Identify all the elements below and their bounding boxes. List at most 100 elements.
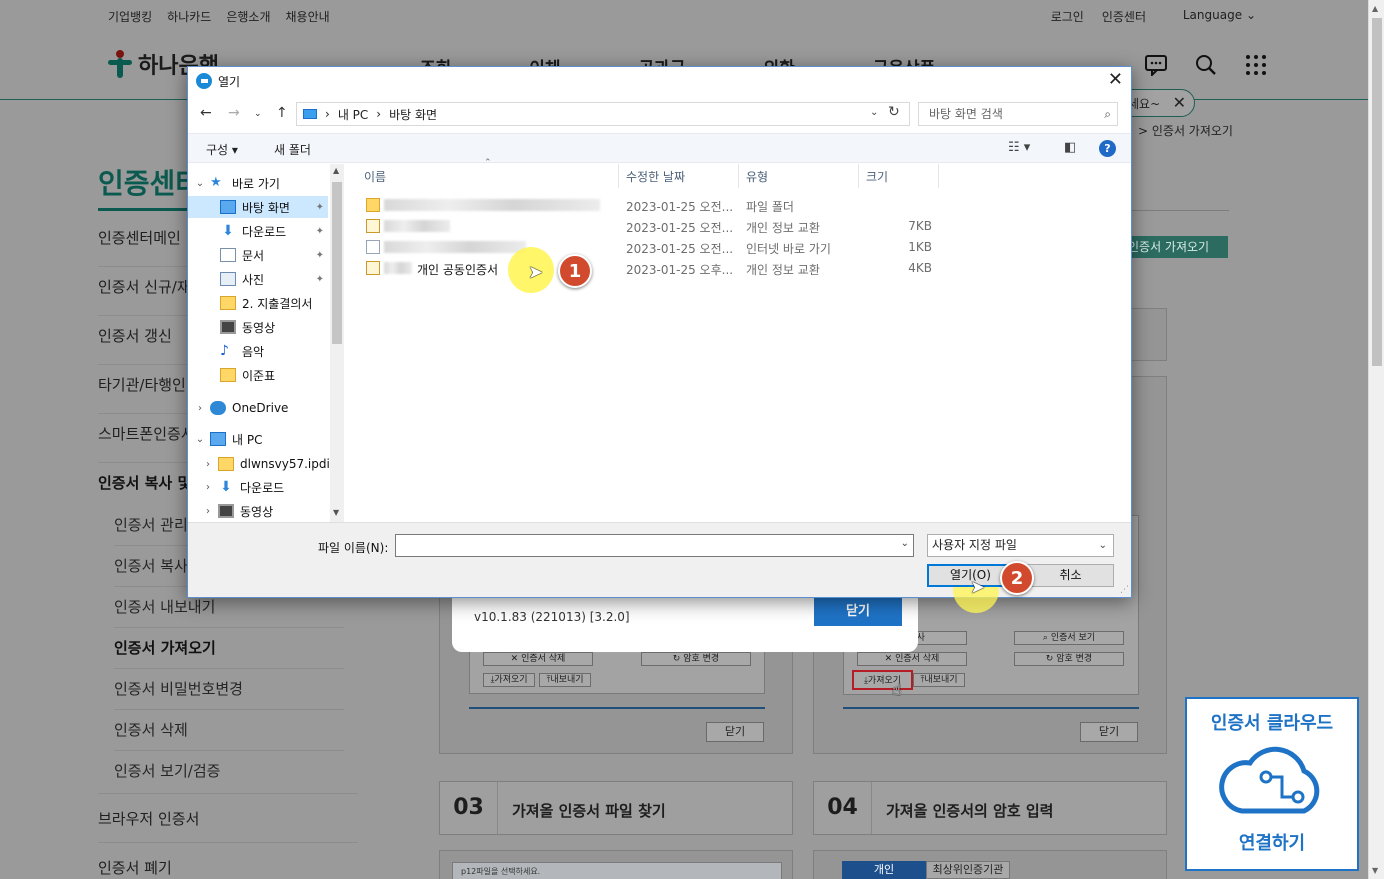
header-icons xyxy=(1143,52,1269,78)
scroll-up-icon[interactable]: ▲ xyxy=(333,166,339,175)
file-row[interactable]: 2023-01-25 오전... 파일 폴더 xyxy=(364,195,944,216)
util-link-careers[interactable]: 채용안내 xyxy=(286,8,330,25)
popup-close-button[interactable]: 닫기 xyxy=(814,598,902,626)
side-sub-delete[interactable]: 인증서 삭제 xyxy=(114,710,344,751)
nav-pc-userfolder[interactable]: › dlwnsvy57.ipdis xyxy=(202,453,330,475)
expand-chevron-icon[interactable]: › xyxy=(194,403,206,414)
nav-folder-expense[interactable]: 2. 지출결의서 xyxy=(188,292,328,314)
nav-pc-videos[interactable]: › 동영상 xyxy=(202,500,330,522)
file-row[interactable]: 2023-01-25 오전... 개인 정보 교환 7KB xyxy=(364,216,944,237)
file-list: ⌃ 이름 수정한 날짜 유형 크기 2023-01-25 오전... 파일 폴더… xyxy=(344,158,1131,522)
util-link-card[interactable]: 하나카드 xyxy=(167,8,211,25)
dialog-close-icon[interactable]: ✕ xyxy=(1108,69,1123,90)
dialog-footer: 파일 이름(N): ⌄ 사용자 지정 파일 ⌄ 열기(O) 취소 ➤ 2 ⋰ xyxy=(188,522,1131,613)
filename-input[interactable]: ⌄ xyxy=(395,534,914,557)
address-segment-desktop[interactable]: 바탕 화면 xyxy=(389,106,437,123)
mini-export-right: ⤒내보내기 xyxy=(913,673,965,687)
file-size: 7KB xyxy=(908,219,932,233)
mini-changepw-right-label: 암호 변경 xyxy=(1056,654,1093,664)
download-icon: ⬇ xyxy=(220,479,232,495)
address-bar[interactable]: › 내 PC › 바탕 화면 xyxy=(296,102,910,126)
nav-desktop[interactable]: 바탕 화면 ✦ xyxy=(188,196,328,218)
new-folder-button[interactable]: 새 폴더 xyxy=(274,141,311,158)
nav-scrollbar[interactable]: ▲ ▼ xyxy=(330,164,344,522)
scroll-down-icon[interactable]: ▼ xyxy=(333,508,339,517)
breadcrumb: > 인증서 가져오기 xyxy=(1138,124,1233,138)
resize-grip-icon[interactable]: ⋰ xyxy=(1120,585,1129,595)
search-icon[interactable] xyxy=(1193,52,1219,78)
chat-icon[interactable] xyxy=(1143,52,1169,78)
refresh-icon[interactable]: ↻ xyxy=(888,104,900,120)
navigation-pane: ⌄ ★ 바로 가기 바탕 화면 ✦ ⬇ 다운로드 ✦ 문서 ✦ 사진 ✦ 2. 지출결의서 동… xyxy=(188,164,330,522)
nav-quick-access[interactable]: ⌄ ★ 바로 가기 xyxy=(194,172,330,194)
mini-import-right: ⤓가져오기 xyxy=(852,670,913,690)
nav-this-pc[interactable]: ⌄ 내 PC xyxy=(194,428,330,450)
recent-dropdown-icon[interactable]: ⌄ xyxy=(254,109,262,119)
nav-onedrive[interactable]: › OneDrive xyxy=(194,397,330,419)
address-segment-pc[interactable]: 내 PC xyxy=(338,106,368,123)
cert-center-link[interactable]: 인증센터 xyxy=(1102,8,1146,25)
column-date[interactable]: 수정한 날짜 xyxy=(626,168,685,185)
side-menu-lower: 브라우저 인증서 인증서 폐기 xyxy=(98,793,358,879)
preview-pane-icon[interactable]: ◧ xyxy=(1064,140,1076,155)
file-row[interactable]: 2023-01-25 오전... 인터넷 바로 가기 1KB xyxy=(364,237,944,258)
page-scrollbar[interactable]: ▲ ▼ xyxy=(1368,0,1384,879)
side-sub-view[interactable]: 인증서 보기/검증 xyxy=(114,751,344,792)
cert-cloud-connect: 연결하기 xyxy=(1238,833,1306,854)
nav-videos[interactable]: 동영상 xyxy=(188,316,328,338)
nav-documents[interactable]: 문서 ✦ xyxy=(188,244,328,266)
nav-downloads[interactable]: ⬇ 다운로드 ✦ xyxy=(188,220,328,242)
nav-scrollbar-thumb[interactable] xyxy=(332,182,342,344)
language-selector[interactable]: Language ⌄ xyxy=(1183,8,1256,22)
forward-arrow-icon[interactable]: → xyxy=(228,105,240,121)
close-icon[interactable]: ✕ xyxy=(1173,93,1186,112)
search-input[interactable]: 바탕 화면 검색 ⌕ xyxy=(918,102,1118,126)
address-dropdown-icon[interactable]: ⌄ xyxy=(870,107,878,118)
organize-button[interactable]: 구성 ▾ xyxy=(206,141,238,158)
all-menu-icon[interactable] xyxy=(1243,52,1269,78)
scroll-down-icon[interactable]: ▼ xyxy=(1372,866,1378,875)
language-label: Language xyxy=(1182,8,1243,22)
cancel-button[interactable]: 취소 xyxy=(1027,564,1114,587)
column-name[interactable]: 이름 xyxy=(364,168,386,185)
nav-folder-expense-label: 2. 지출결의서 xyxy=(242,296,313,311)
util-link-about[interactable]: 은행소개 xyxy=(226,8,270,25)
side-item-revoke[interactable]: 인증서 폐기 xyxy=(98,842,358,879)
login-link[interactable]: 로그인 xyxy=(1051,8,1084,25)
chevron-down-icon[interactable]: ⌄ xyxy=(901,538,909,549)
mini-changepw-left: ↻ 암호 변경 xyxy=(641,652,751,666)
expand-chevron-icon[interactable]: ⌄ xyxy=(194,434,206,445)
import-cert-button[interactable]: 인증서 가져오기 xyxy=(1120,236,1228,258)
mini-delete-right: ✕ 인증서 삭제 xyxy=(857,652,967,666)
column-type[interactable]: 유형 xyxy=(746,168,768,185)
cert-cloud-card[interactable]: 인증서 클라우드 연결하기 xyxy=(1185,697,1359,871)
nav-folder-user[interactable]: 이준표 xyxy=(188,364,328,386)
page-scrollbar-thumb[interactable] xyxy=(1372,18,1382,366)
side-sub-change-pw[interactable]: 인증서 비밀번호변경 xyxy=(114,669,344,710)
expand-chevron-icon[interactable]: ⌄ xyxy=(194,178,206,189)
file-type: 파일 폴더 xyxy=(746,200,794,214)
up-arrow-icon[interactable]: ↑ xyxy=(276,105,288,121)
scroll-up-icon[interactable]: ▲ xyxy=(1372,4,1378,13)
expand-chevron-icon[interactable]: › xyxy=(202,482,214,493)
expand-chevron-icon[interactable]: › xyxy=(202,459,214,470)
nav-pc-downloads[interactable]: › ⬇ 다운로드 xyxy=(202,476,330,498)
nav-music[interactable]: ♪ 음악 xyxy=(188,340,328,362)
chevron-down-icon: ⌄ xyxy=(1098,540,1107,551)
filetype-select[interactable]: 사용자 지정 파일 ⌄ xyxy=(927,534,1114,557)
column-separator xyxy=(738,164,739,188)
side-item-browser-cert[interactable]: 브라우저 인증서 xyxy=(98,793,358,842)
file-row-cert[interactable]: 개인 공동인증서 2023-01-25 오후... 개인 정보 교환 4KB xyxy=(364,258,944,279)
expand-chevron-icon[interactable]: › xyxy=(202,506,214,517)
util-link-corporate[interactable]: 기업뱅킹 xyxy=(108,8,152,25)
back-arrow-icon[interactable]: ← xyxy=(200,105,212,121)
help-icon[interactable]: ? xyxy=(1099,140,1116,157)
file-type: 개인 정보 교환 xyxy=(746,221,820,235)
column-size[interactable]: 크기 xyxy=(866,168,888,185)
view-options-icon[interactable]: ☷ ▾ xyxy=(1008,140,1030,155)
mouse-pointer-icon: ➤ xyxy=(528,262,544,283)
nav-pictures[interactable]: 사진 ✦ xyxy=(188,268,328,290)
side-sub-import[interactable]: 인증서 가져오기 xyxy=(114,628,344,669)
mini-line-right xyxy=(843,707,1139,709)
pin-icon: ✦ xyxy=(315,273,324,285)
